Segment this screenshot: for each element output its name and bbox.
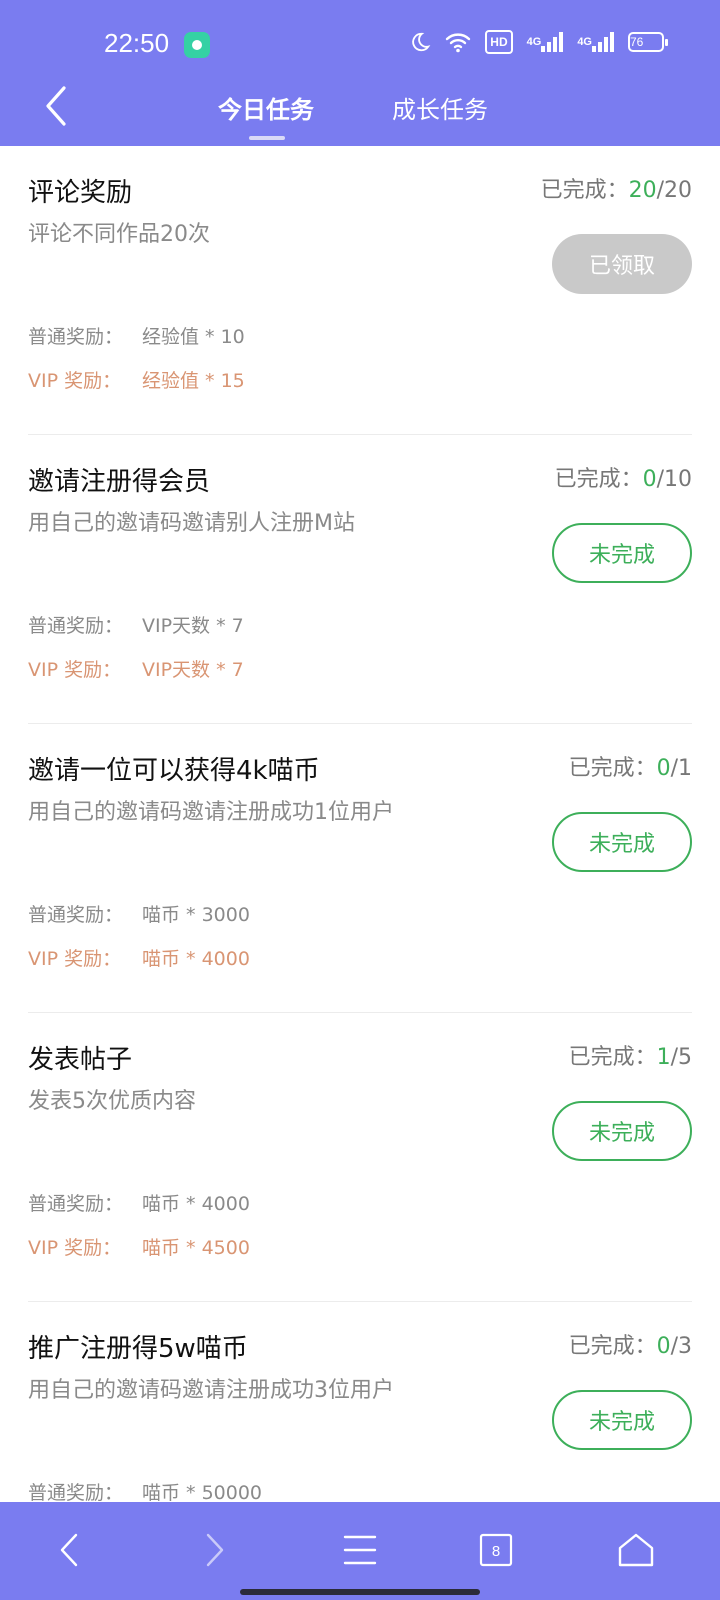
task-progress: 已完成：0/1 [568,756,692,781]
claimed-button[interactable]: 已领取 [552,234,692,294]
vip-reward: VIP 奖励： 喵币 * 4500 [28,1237,250,1259]
notification-app-icon [184,32,210,58]
active-tab-indicator [249,136,285,140]
top-app-bar: 22:50 HD 4G 4G 76 今日任务 成长任务 [0,0,720,146]
chevron-right-icon [206,1533,224,1567]
signal-1-icon: 4G [527,30,564,54]
task-title: 发表帖子 [28,1045,133,1075]
wifi-icon [445,30,471,54]
incomplete-button[interactable]: 未完成 [552,812,692,872]
task-card: 邀请注册得会员 用自己的邀请码邀请别人注册M站 已完成：0/10 未完成 普通奖… [28,435,692,724]
vip-reward: VIP 奖励： VIP天数 * 7 [28,659,244,681]
tabs-count-icon: 8 [479,1533,513,1567]
back-button[interactable] [40,84,80,128]
task-description: 用自己的邀请码邀请注册成功1位用户 [28,800,394,825]
task-card: 评论奖励 评论不同作品20次 已完成：20/20 已领取 普通奖励： 经验值 * … [28,146,692,435]
normal-reward: 普通奖励： 经验值 * 10 [28,326,245,348]
tab-today-tasks[interactable]: 今日任务 [218,90,314,125]
task-card: 邀请一位可以获得4k喵币 用自己的邀请码邀请注册成功1位用户 已完成：0/1 未… [28,724,692,1013]
status-time: 22:50 [104,28,170,58]
normal-reward: 普通奖励： 喵币 * 50000 [28,1482,263,1502]
task-title: 评论奖励 [28,178,133,208]
task-title: 邀请注册得会员 [28,467,211,497]
home-button[interactable] [614,1530,658,1570]
task-card: 推广注册得5w喵币 用自己的邀请码邀请注册成功3位用户 已完成：0/3 未完成 … [28,1302,692,1502]
gesture-home-indicator[interactable] [240,1589,480,1595]
moon-icon [409,30,431,54]
normal-reward: 普通奖励： 喵币 * 3000 [28,904,250,926]
hd-badge: HD [485,30,513,54]
nav-back-button[interactable] [48,1530,92,1570]
task-description: 用自己的邀请码邀请别人注册M站 [28,511,355,536]
incomplete-button[interactable]: 未完成 [552,1390,692,1450]
task-progress: 已完成：0/10 [554,467,692,492]
menu-icon [343,1535,377,1565]
task-progress: 已完成：0/3 [568,1334,692,1359]
task-description: 用自己的邀请码邀请注册成功3位用户 [28,1378,394,1403]
chevron-left-icon [60,1533,78,1567]
tabs-button[interactable]: 8 [474,1530,518,1570]
battery-icon: 76 [628,32,668,52]
vip-reward: VIP 奖励： 喵币 * 4000 [28,948,250,970]
chevron-left-icon [46,86,66,126]
home-icon [618,1533,654,1567]
normal-reward: 普通奖励： 喵币 * 4000 [28,1193,250,1215]
bottom-nav-bar: 8 [0,1502,720,1600]
normal-reward: 普通奖励： VIP天数 * 7 [28,615,244,637]
nav-forward-button[interactable] [192,1530,236,1570]
task-description: 评论不同作品20次 [28,222,210,247]
task-title: 推广注册得5w喵币 [28,1334,248,1364]
task-title: 邀请一位可以获得4k喵币 [28,756,320,786]
menu-button[interactable] [338,1530,382,1570]
task-list[interactable]: 评论奖励 评论不同作品20次 已完成：20/20 已领取 普通奖励： 经验值 * … [0,146,720,1502]
incomplete-button[interactable]: 未完成 [552,523,692,583]
svg-text:8: 8 [492,1543,500,1560]
incomplete-button[interactable]: 未完成 [552,1101,692,1161]
task-progress: 已完成：20/20 [540,178,692,203]
task-card: 发表帖子 发表5次优质内容 已完成：1/5 未完成 普通奖励： 喵币 * 4000… [28,1013,692,1302]
status-icons: HD 4G 4G 76 [409,30,668,54]
vip-reward: VIP 奖励： 经验值 * 15 [28,370,245,392]
task-description: 发表5次优质内容 [28,1089,196,1114]
task-progress: 已完成：1/5 [568,1045,692,1070]
signal-2-icon: 4G [577,30,614,54]
tab-growth-tasks[interactable]: 成长任务 [392,90,488,125]
